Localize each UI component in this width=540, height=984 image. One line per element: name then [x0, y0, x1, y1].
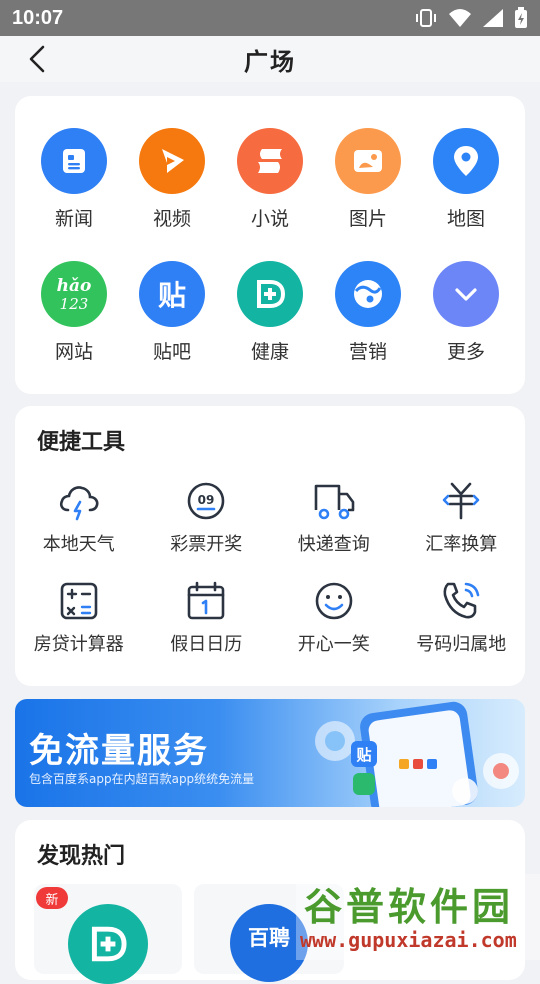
health-icon: [68, 904, 148, 984]
delivery-truck-icon: [314, 484, 355, 520]
tool-delivery[interactable]: 快递查询: [270, 478, 398, 556]
status-icons: [414, 7, 528, 29]
app-label: 更多: [446, 341, 485, 363]
tool-label: 彩票开奖: [170, 534, 243, 555]
watermark-title: 谷普软件园: [304, 885, 515, 929]
tool-label: 快递查询: [297, 534, 370, 555]
app-label: 新闻: [54, 208, 93, 230]
hao123-icon: hǎo 123: [41, 261, 107, 327]
image-icon: [335, 128, 401, 194]
tool-holiday-calendar[interactable]: 假日日历: [143, 578, 271, 656]
page-title: 广场: [244, 47, 296, 76]
app-image[interactable]: 图片: [319, 128, 417, 231]
tool-label: 本地天气: [42, 534, 115, 555]
currency-exchange-icon: [442, 482, 480, 520]
banner-subtitle: 包含百度系app在内超百款app统统免流量: [29, 772, 255, 786]
tool-lottery[interactable]: 09 彩票开奖: [143, 478, 271, 556]
novel-icon: [237, 128, 303, 194]
weather-icon: [59, 486, 99, 521]
app-health[interactable]: 健康: [221, 261, 319, 364]
vibrate-icon: [416, 9, 436, 27]
signal-icon: [483, 9, 503, 27]
watermark: 谷普软件园 www.gupuxiazai.com: [296, 874, 540, 960]
tool-label: 汇率换算: [425, 534, 498, 555]
nav-bar: 广场: [0, 36, 540, 82]
app-label: 图片: [348, 208, 387, 230]
tieba-icon: 贴: [139, 261, 205, 327]
app-label: 健康: [250, 341, 289, 363]
svg-text:123: 123: [60, 295, 89, 313]
tool-mortgage[interactable]: 房贷计算器: [15, 578, 143, 656]
tool-weather[interactable]: 本地天气: [15, 478, 143, 556]
tool-label: 开心一笑: [297, 634, 370, 655]
wifi-icon: [449, 9, 471, 27]
new-badge: 新: [36, 887, 68, 909]
tool-exchange[interactable]: 汇率换算: [398, 478, 526, 556]
tool-joke[interactable]: 开心一笑: [270, 578, 398, 656]
app-tieba[interactable]: 贴 贴吧: [123, 261, 221, 364]
app-more[interactable]: 更多: [417, 261, 515, 364]
app-website[interactable]: hǎo 123 网站: [25, 261, 123, 364]
tool-phone-location[interactable]: 号码归属地: [398, 578, 526, 656]
tools-card: 便捷工具 本地天气 09 彩票开奖 快递查询 汇率换算 房贷计算器 假日日历 开…: [15, 406, 525, 686]
news-icon: [41, 128, 107, 194]
app-label: 营销: [348, 341, 387, 363]
status-bar: 10:07: [0, 0, 540, 36]
app-news[interactable]: 新闻: [25, 128, 123, 231]
banner-title: 免流量服务: [29, 731, 209, 771]
video-play-icon: [139, 128, 205, 194]
chevron-down-icon: [433, 261, 499, 327]
app-novel[interactable]: 小说: [221, 128, 319, 231]
app-map[interactable]: 地图: [417, 128, 515, 231]
svg-text:贴: 贴: [158, 279, 186, 312]
status-time: 10:07: [12, 6, 64, 29]
tools-title: 便捷工具: [37, 430, 126, 455]
apps-card: 新闻 视频 小说 图片 地图 hǎo 123 网站 贴 贴吧 健康 营销 更多: [15, 96, 525, 394]
app-label: 贴吧: [152, 341, 191, 363]
app-marketing[interactable]: 营销: [319, 261, 417, 364]
phone-icon: [443, 582, 480, 619]
free-data-banner[interactable]: 免流量服务 包含百度系app在内超百款app统统免流量 贴: [15, 699, 525, 807]
app-label: 地图: [446, 208, 485, 230]
tool-label: 假日日历: [170, 634, 243, 655]
tools-grid: 本地天气 09 彩票开奖 快递查询 汇率换算 房贷计算器 假日日历 开心一笑 号: [15, 478, 525, 656]
app-label: 视频: [152, 208, 191, 230]
calendar-icon: [187, 581, 225, 620]
svg-text:09: 09: [198, 493, 215, 507]
map-pin-icon: [433, 128, 499, 194]
tool-label: 号码归属地: [416, 634, 507, 655]
lottery-icon: 09: [187, 482, 225, 520]
hot-title: 发现热门: [37, 844, 126, 869]
tool-label: 房贷计算器: [33, 634, 124, 655]
battery-icon: [515, 7, 527, 28]
watermark-url: www.gupuxiazai.com: [300, 928, 517, 952]
svg-text:贴: 贴: [356, 746, 371, 764]
app-label: 网站: [54, 341, 93, 363]
back-arrow-icon[interactable]: [24, 44, 54, 74]
phone-illustration: 贴: [315, 701, 519, 807]
marketing-icon: [335, 261, 401, 327]
app-video[interactable]: 视频: [123, 128, 221, 231]
hot-item-label: 百聘: [248, 926, 290, 950]
calculator-icon: [60, 582, 98, 620]
apps-grid: 新闻 视频 小说 图片 地图 hǎo 123 网站 贴 贴吧 健康 营销 更多: [25, 128, 515, 364]
app-label: 小说: [250, 208, 289, 230]
health-icon: [237, 261, 303, 327]
svg-text:hǎo: hǎo: [57, 276, 92, 296]
smile-icon: [315, 582, 353, 620]
